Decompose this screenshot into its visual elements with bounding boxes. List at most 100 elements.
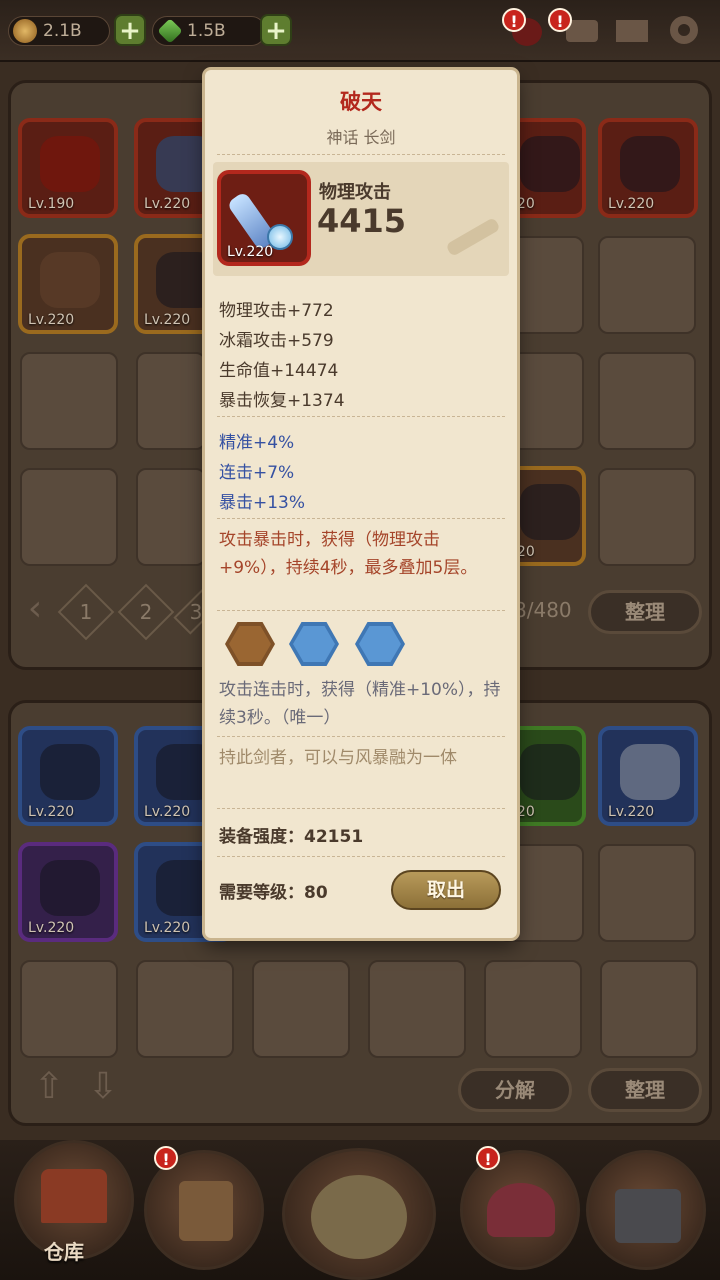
- mace-icon: [40, 744, 100, 800]
- empty-slot[interactable]: [598, 468, 696, 566]
- required-level: 需要等级：80: [219, 878, 328, 903]
- backpack-item[interactable]: Lv.220: [18, 726, 118, 826]
- item-level: Lv.220: [144, 920, 191, 936]
- empty-slot[interactable]: [598, 844, 696, 942]
- passive-effect: 攻击暴击时，获得（物理攻击+9%），持续4秒，最多叠加5层。: [219, 530, 478, 578]
- equipment-item[interactable]: Lv.220: [18, 234, 118, 334]
- item-type: 神话 长剑: [326, 128, 396, 147]
- base-stat: 物理攻击+772: [219, 301, 334, 321]
- required-level-value: 80: [304, 883, 328, 903]
- base-stat: 生命值+14474: [219, 361, 339, 381]
- item-level: Lv.220: [144, 804, 191, 820]
- gem-counter: 1.5B: [152, 16, 266, 46]
- socket-gem-icon: [225, 622, 275, 666]
- treasure-alert-icon: !: [476, 1146, 500, 1170]
- empty-slot[interactable]: [598, 352, 696, 450]
- arrow-down-icon[interactable]: ⇩: [84, 1066, 122, 1108]
- gold-counter: 2.1B: [8, 16, 110, 46]
- nav-treasure[interactable]: [460, 1150, 580, 1270]
- chainmail-icon: [520, 744, 580, 800]
- mug-icon: [179, 1181, 233, 1241]
- empty-slot[interactable]: [136, 352, 206, 450]
- socket-gem-icon: [289, 622, 339, 666]
- page-number: 1: [79, 600, 93, 624]
- sort-button[interactable]: 整理: [588, 590, 702, 634]
- empty-slot[interactable]: [20, 960, 118, 1058]
- required-level-label: 需要等级：: [219, 883, 304, 903]
- empty-slot[interactable]: [600, 960, 698, 1058]
- empty-slot[interactable]: [20, 468, 118, 566]
- empty-slot[interactable]: [20, 352, 118, 450]
- divider: [217, 736, 505, 737]
- boots-icon: [520, 484, 580, 540]
- divider: [217, 518, 505, 519]
- armor-icon: [520, 136, 580, 192]
- bonus-stat: 连击+7%: [219, 463, 295, 483]
- mail-icon[interactable]: [612, 10, 652, 50]
- capacity-counter: 8/480: [514, 598, 572, 622]
- notification-alert-icon: !: [502, 8, 526, 32]
- item-level: Lv.190: [28, 196, 75, 212]
- main-stat-value: 4415: [317, 202, 407, 240]
- strength-label: 装备强度：: [219, 827, 304, 847]
- sort-button[interactable]: 整理: [588, 1068, 702, 1112]
- empty-slot[interactable]: [252, 960, 350, 1058]
- nav-warehouse-label: 仓库: [44, 1240, 84, 1264]
- empty-slot[interactable]: [598, 236, 696, 334]
- add-gems-button[interactable]: +: [260, 14, 292, 46]
- equipment-strength: 装备强度：42151: [219, 822, 363, 847]
- equipment-item[interactable]: Lv.220: [598, 118, 698, 218]
- empty-slot[interactable]: [136, 468, 206, 566]
- divider: [217, 154, 505, 155]
- divider: [217, 856, 505, 857]
- glove-icon: [40, 252, 100, 308]
- item-level: Lv.220: [608, 196, 655, 212]
- item-icon-level: Lv.220: [227, 244, 274, 260]
- page-number: 3: [189, 600, 203, 624]
- empty-slot[interactable]: [484, 960, 582, 1058]
- ring-icon: [40, 860, 100, 916]
- empty-slot[interactable]: [368, 960, 466, 1058]
- gold-amount: 2.1B: [43, 21, 82, 41]
- page-number: 2: [139, 600, 153, 624]
- bonus-stat: 精准+4%: [219, 433, 295, 453]
- arrow-up-icon[interactable]: ⇧: [30, 1066, 68, 1108]
- item-level: Lv.220: [144, 312, 191, 328]
- item-level: Lv.220: [28, 312, 75, 328]
- divider: [217, 416, 505, 417]
- nav-forge[interactable]: [586, 1150, 706, 1270]
- top-bar: 2.1B + 1.5B + ! !: [0, 0, 720, 62]
- map-icon: [311, 1175, 407, 1259]
- equipment-item[interactable]: Lv.190: [18, 118, 118, 218]
- main-stat-label: 物理攻击: [319, 182, 391, 203]
- warehouse-icon: [41, 1169, 107, 1223]
- tavern-alert-icon: !: [154, 1146, 178, 1170]
- item-level: Lv.220: [28, 920, 75, 936]
- add-gold-button[interactable]: +: [114, 14, 146, 46]
- gem-amount: 1.5B: [187, 21, 226, 41]
- coin-icon: [13, 19, 37, 43]
- chest-icon: [487, 1183, 555, 1237]
- claw-icon: [40, 136, 100, 192]
- chat-alert-icon: !: [548, 8, 572, 32]
- base-stat: 暴击恢复+1374: [219, 391, 345, 411]
- set-effect: 攻击连击时，获得（精准+10%），持续3秒。（唯一）: [219, 680, 501, 728]
- gem-icon: [157, 18, 183, 44]
- helmet-icon: [620, 136, 680, 192]
- forge-icon: [615, 1189, 681, 1243]
- item-level: Lv.220: [144, 196, 191, 212]
- item-icon: Lv.220: [217, 170, 311, 266]
- take-out-button[interactable]: 取出: [391, 870, 501, 910]
- empty-slot[interactable]: [136, 960, 234, 1058]
- prev-page-arrow-icon[interactable]: ‹: [16, 588, 54, 630]
- decompose-button[interactable]: 分解: [458, 1068, 572, 1112]
- item-level: Lv.220: [28, 804, 75, 820]
- item-lore: 持此剑者，可以与风暴融为一体: [219, 748, 457, 768]
- item-level: Lv.220: [608, 804, 655, 820]
- gear-icon[interactable]: [664, 10, 704, 50]
- item-detail-popup: 破天 神话 长剑 Lv.220 物理攻击 4415 物理攻击+772 冰霜攻击+…: [205, 70, 517, 938]
- backpack-item[interactable]: Lv.220: [598, 726, 698, 826]
- nav-adventure[interactable]: [282, 1148, 436, 1280]
- backpack-item[interactable]: Lv.220: [18, 842, 118, 942]
- scimitar-icon: [620, 744, 680, 800]
